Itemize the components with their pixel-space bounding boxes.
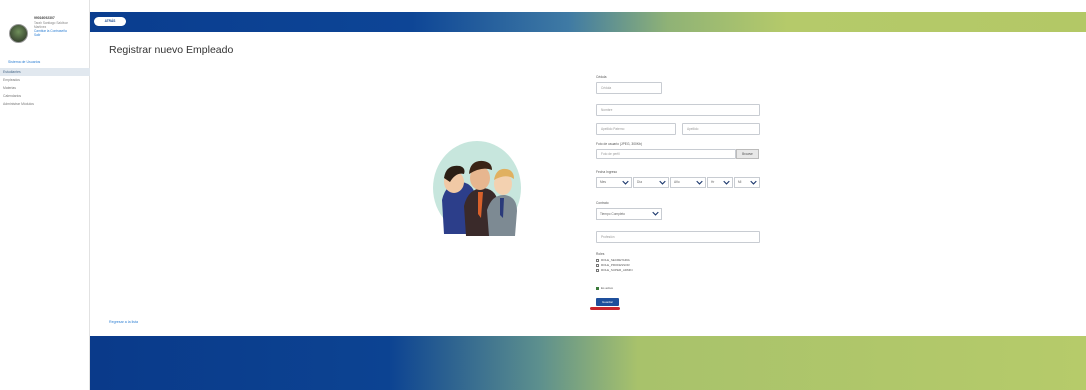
role-checkbox[interactable] — [596, 268, 599, 272]
photo-input[interactable]: Foto de perfil — [596, 149, 736, 159]
chevron-down-icon — [622, 180, 629, 185]
sidebar-item-empleados[interactable]: Empleados — [0, 76, 90, 84]
surname-input[interactable]: Apellido Paterno — [596, 123, 676, 135]
role-checkbox-row[interactable]: ROLE_PROFESSOR — [596, 263, 630, 267]
contract-value: Tiempo Completo — [600, 212, 626, 216]
role-checkbox-row[interactable]: ROLE_SUPER_ADMIN — [596, 268, 633, 272]
name-input[interactable]: Nombre — [596, 104, 760, 116]
role-checkbox[interactable] — [596, 258, 599, 262]
year-value: Año — [674, 180, 680, 184]
minute-select[interactable]: Mi — [734, 177, 760, 188]
avatar — [9, 24, 28, 43]
highlight-underline — [590, 307, 620, 310]
save-button[interactable]: Guardar — [596, 298, 619, 306]
sidebar: 99016092307 Tarah Santiago Saldivar Mart… — [0, 0, 90, 390]
month-value: Mes — [600, 180, 607, 184]
employees-illustration — [432, 140, 522, 236]
active-label: Es activo — [601, 286, 614, 290]
header-bar: ATRÁS — [90, 12, 1086, 32]
role-label: ROLE_SECRETARIA — [601, 258, 630, 262]
month-select[interactable]: Mes — [596, 177, 632, 188]
user-profile: 99016092307 Tarah Santiago Saldivar Mart… — [0, 8, 90, 58]
users-system-link[interactable]: Sistema de Usuarios — [8, 60, 40, 64]
contract-label: Contrato — [596, 201, 609, 205]
page-title: Registrar nuevo Empleado — [109, 44, 234, 56]
active-checkbox-row[interactable]: Es activo — [596, 286, 613, 290]
contract-select[interactable]: Tiempo Completo — [596, 208, 662, 220]
role-label: ROLE_PROFESSOR — [601, 263, 630, 267]
back-to-list-link[interactable]: Regresar a la lista — [109, 320, 138, 324]
chevron-down-icon — [723, 180, 730, 185]
sidebar-item-materias[interactable]: Materias — [0, 84, 90, 92]
chevron-down-icon — [696, 180, 703, 185]
date-label: Fecha Ingreso — [596, 170, 618, 174]
employee-form: Cédula Cédula Nombre Apellido Paterno Ap… — [590, 0, 766, 336]
day-value: Día — [637, 180, 642, 184]
photo-label: Foto de usuario (JPEG, 300Kb) — [596, 142, 642, 146]
roles-label: Roles — [596, 252, 605, 256]
role-checkbox[interactable] — [596, 263, 599, 267]
logout-link[interactable]: Salir — [34, 33, 40, 37]
year-select[interactable]: Año — [670, 177, 706, 188]
sidebar-item-estudiantes[interactable]: Estudiantes — [0, 68, 90, 76]
browse-button[interactable]: Browse — [736, 149, 759, 159]
hour-value: Hr — [711, 180, 715, 184]
minute-value: Mi — [738, 180, 742, 184]
user-id: 99016092307 — [34, 16, 55, 20]
surname2-input[interactable]: Apellido — [682, 123, 760, 135]
profession-input[interactable]: Profesión — [596, 231, 760, 243]
role-checkbox-row[interactable]: ROLE_SECRETARIA — [596, 258, 630, 262]
sidebar-item-calendarios[interactable]: Calendarios — [0, 92, 90, 100]
role-label: ROLE_SUPER_ADMIN — [601, 268, 633, 272]
cedula-label: Cédula — [596, 75, 607, 79]
active-checkbox[interactable] — [596, 286, 599, 290]
chevron-down-icon — [750, 180, 757, 185]
day-select[interactable]: Día — [633, 177, 669, 188]
sidebar-item-modulos[interactable]: Administrar Módulos — [0, 100, 90, 108]
hour-select[interactable]: Hr — [707, 177, 733, 188]
chevron-down-icon — [652, 211, 659, 216]
cedula-input[interactable]: Cédula — [596, 82, 662, 94]
footer-band — [90, 336, 1086, 390]
sidebar-menu: Estudiantes Empleados Materias Calendari… — [0, 68, 90, 108]
chevron-down-icon — [659, 180, 666, 185]
back-button[interactable]: ATRÁS — [94, 17, 126, 26]
